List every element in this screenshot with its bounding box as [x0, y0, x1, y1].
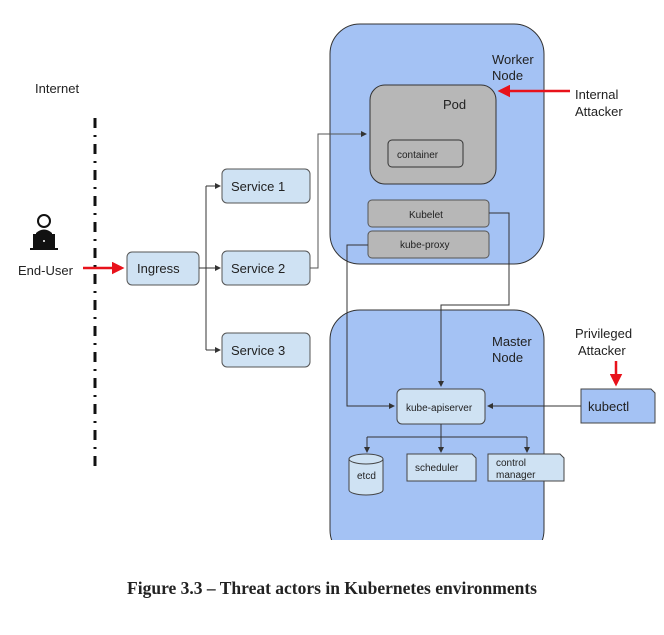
master-node-title-2: Node	[492, 350, 523, 365]
internal-attacker-label-2: Attacker	[575, 104, 623, 119]
control-manager-label-1: control	[496, 458, 526, 469]
figure-caption: Figure 3.3 – Threat actors in Kubernetes…	[127, 578, 537, 598]
worker-node-title-2: Node	[492, 68, 523, 83]
control-manager-label-2: manager	[496, 470, 536, 481]
pod-box	[369, 84, 497, 185]
kubectl-label: kubectl	[588, 399, 629, 414]
container-label: container	[397, 150, 439, 161]
service-2-label: Service 2	[231, 261, 285, 276]
etcd-label: etcd	[357, 471, 376, 482]
scheduler-label: scheduler	[415, 463, 459, 474]
internet-label: Internet	[35, 81, 79, 96]
kube-proxy-label: kube-proxy	[400, 240, 449, 251]
kube-apiserver-label: kube-apiserver	[406, 403, 473, 414]
end-user-icon	[30, 214, 58, 250]
worker-node-title-1: Worker	[492, 52, 534, 67]
privileged-attacker-label-2: Attacker	[578, 343, 626, 358]
kubelet-label: Kubelet	[409, 210, 443, 221]
service-1-label: Service 1	[231, 179, 285, 194]
ingress-label: Ingress	[137, 261, 180, 276]
pod-label: Pod	[443, 97, 466, 112]
service-3-label: Service 3	[231, 343, 285, 358]
internal-attacker-label-1: Internal	[575, 87, 618, 102]
master-node-title-1: Master	[492, 334, 532, 349]
privileged-attacker-label-1: Privileged	[575, 326, 632, 341]
end-user-label: End-User	[18, 263, 74, 278]
kubernetes-threat-diagram: Internet End-User Ingress Service 1 Serv…	[18, 23, 656, 570]
